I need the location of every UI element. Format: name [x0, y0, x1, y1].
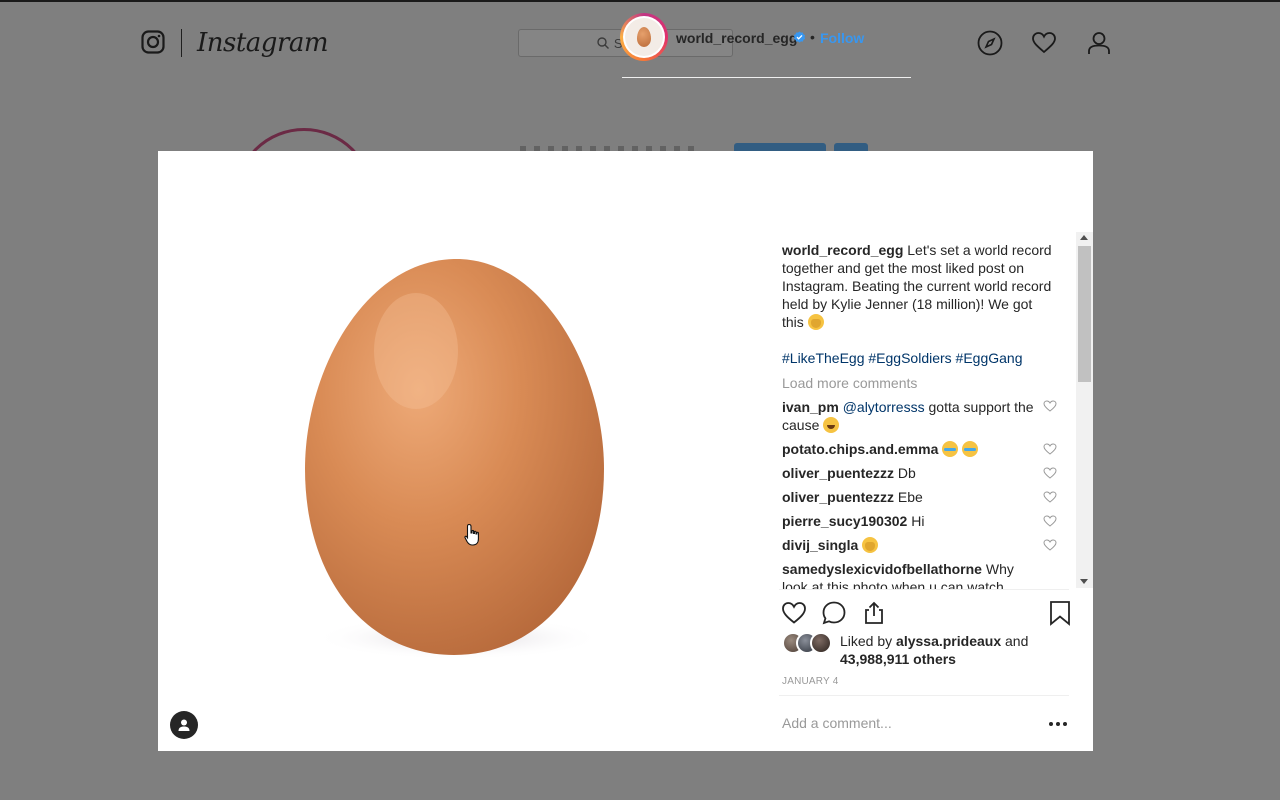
comment-like-heart-icon[interactable]	[1043, 442, 1057, 456]
load-more-comments-button[interactable]: Load more comments	[782, 374, 1072, 392]
activity-heart-icon[interactable]	[1031, 30, 1057, 56]
logo-divider	[181, 29, 182, 57]
comments-scrollbar[interactable]	[1076, 232, 1093, 588]
comment-icon[interactable]	[821, 600, 847, 626]
comment-text: Ebe	[894, 489, 923, 505]
comment-like-heart-icon[interactable]	[1043, 514, 1057, 528]
comment-like-heart-icon[interactable]	[1043, 538, 1057, 552]
comment-username[interactable]: oliver_puentezzz	[782, 465, 894, 481]
liked-others-count[interactable]: 43,988,911 others	[840, 651, 956, 667]
header-divider	[622, 77, 911, 78]
verified-badge-icon	[793, 31, 806, 43]
list-item: oliver_puentezzz Db	[782, 464, 1057, 482]
avatar-egg	[637, 27, 651, 47]
instagram-wordmark[interactable]: Instagram	[197, 28, 329, 58]
raising-hands-emoji-icon	[807, 314, 824, 330]
hand-cursor-icon	[464, 523, 479, 546]
avatar[interactable]	[810, 632, 832, 654]
follow-button[interactable]: Follow	[820, 30, 864, 46]
post-date[interactable]: JANUARY 4	[782, 676, 838, 687]
like-heart-icon[interactable]	[781, 600, 807, 626]
egg-photo[interactable]	[158, 151, 758, 751]
liked-prefix: Liked by	[840, 633, 897, 649]
liked-by-text: Liked by alyssa.prideaux and 43,988,911 …	[840, 632, 1040, 668]
liked-by-username[interactable]: alyssa.prideaux	[896, 633, 1001, 649]
comments-list[interactable]: world_record_egg Let's set a world recor…	[782, 241, 1072, 589]
comment-username[interactable]: pierre_sucy190302	[782, 513, 907, 529]
comment-username[interactable]: samedyslexicvidofbellathorne	[782, 561, 982, 577]
profile-icon[interactable]	[1086, 30, 1112, 56]
actions-divider	[779, 589, 1069, 590]
explore-compass-icon[interactable]	[977, 30, 1003, 56]
comment-text: Hi	[907, 513, 925, 529]
comment-username[interactable]: oliver_puentezzz	[782, 489, 894, 505]
caption-username[interactable]: world_record_egg	[782, 242, 903, 258]
caption-hashtags[interactable]: #LikeTheEgg #EggSoldiers #EggGang	[782, 349, 1072, 367]
instagram-glyph-icon[interactable]	[141, 30, 165, 54]
scrollbar-thumb[interactable]	[1078, 246, 1091, 382]
list-item: pierre_sucy190302 Hi	[782, 512, 1057, 530]
scroll-down-arrow-icon[interactable]	[1080, 579, 1088, 584]
liked-and: and	[1001, 633, 1029, 649]
post-image[interactable]	[158, 151, 758, 751]
comment-username[interactable]: potato.chips.and.emma	[782, 441, 938, 457]
comment-text: Db	[894, 465, 916, 481]
comment-username[interactable]: divij_singla	[782, 537, 858, 553]
crying-emoji-icon	[942, 441, 959, 457]
header-separator: •	[810, 29, 815, 45]
comment-like-heart-icon[interactable]	[1043, 490, 1057, 504]
comment-username[interactable]: ivan_pm	[782, 399, 839, 415]
avatar-image	[625, 18, 663, 56]
add-comment-divider	[779, 695, 1069, 696]
crying-emoji-icon	[962, 441, 979, 457]
more-dots-icon[interactable]	[1048, 721, 1068, 727]
post-author-username[interactable]: world_record_egg	[676, 30, 797, 46]
raising-hands-emoji-icon	[862, 537, 879, 553]
list-item: samedyslexicvidofbellathorne Why look at…	[782, 560, 1057, 589]
laughing-emoji-icon	[823, 417, 840, 433]
tag-user-icon	[178, 719, 190, 731]
list-item: oliver_puentezzz Ebe	[782, 488, 1057, 506]
comment-mention[interactable]: @alytorresss	[843, 399, 925, 415]
post-author-avatar-ring[interactable]	[620, 13, 668, 61]
likers-avatars[interactable]	[782, 632, 842, 654]
comment-like-heart-icon[interactable]	[1043, 466, 1057, 480]
search-icon	[597, 37, 609, 49]
scroll-up-arrow-icon[interactable]	[1080, 235, 1088, 240]
list-item: ivan_pm @alytorresss gotta support the c…	[782, 398, 1057, 434]
bookmark-icon[interactable]	[1047, 600, 1073, 626]
post-caption: world_record_egg Let's set a world recor…	[782, 241, 1057, 331]
avatar[interactable]	[623, 16, 665, 58]
list-item: divij_singla	[782, 536, 1057, 554]
comment-like-heart-icon[interactable]	[1043, 399, 1057, 413]
add-comment-input[interactable]: Add a comment...	[782, 715, 892, 731]
tag-user-button[interactable]	[170, 711, 198, 739]
share-icon[interactable]	[861, 600, 887, 626]
list-item: potato.chips.and.emma	[782, 440, 1057, 458]
